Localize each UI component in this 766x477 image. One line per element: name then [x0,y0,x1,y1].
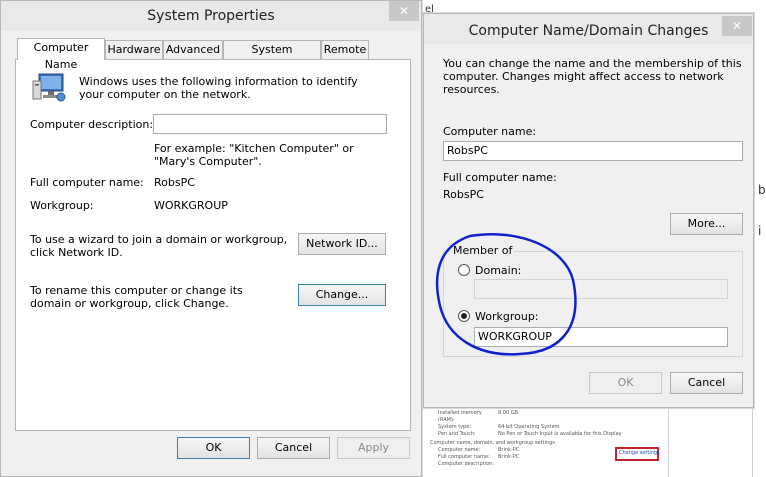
tab-computer-name[interactable]: Computer Name [17,38,105,71]
hand-drawn-annotation-circle [435,233,577,356]
